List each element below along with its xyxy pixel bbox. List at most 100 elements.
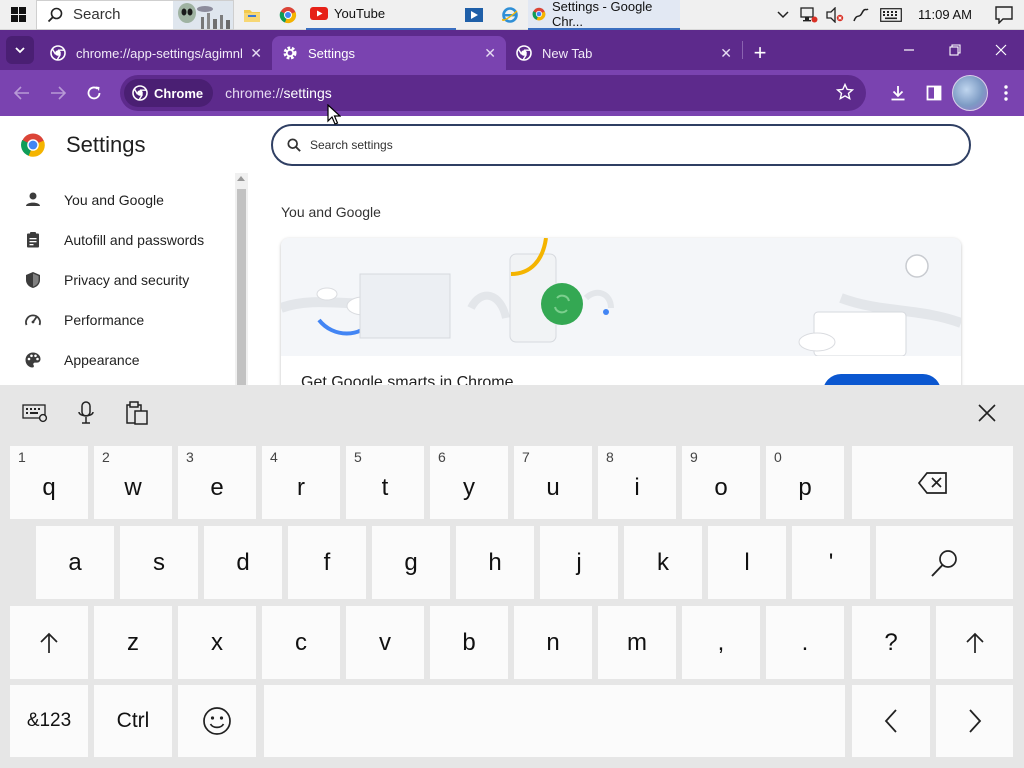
taskbar-clock[interactable]: 11:09 AM bbox=[908, 7, 984, 22]
sidebar-item-autofill[interactable]: Autofill and passwords bbox=[0, 220, 234, 260]
taskbar-internet-explorer[interactable] bbox=[492, 0, 528, 30]
key-g[interactable]: g bbox=[372, 526, 450, 599]
clipboard-icon bbox=[27, 232, 39, 248]
clipboard-button[interactable] bbox=[126, 401, 148, 430]
key-u[interactable]: 7u bbox=[514, 446, 592, 519]
tab-search-button[interactable] bbox=[6, 36, 34, 64]
tab-app-settings[interactable]: chrome://app-settings/agimnkij ✕ bbox=[40, 36, 272, 70]
key-shift-right[interactable] bbox=[936, 606, 1013, 679]
notification-center-button[interactable] bbox=[984, 0, 1024, 30]
key-number: 8 bbox=[606, 449, 614, 465]
key-i[interactable]: 8i bbox=[598, 446, 676, 519]
key-comma[interactable]: , bbox=[682, 606, 760, 679]
tray-touch-keyboard[interactable] bbox=[874, 0, 908, 30]
key-space[interactable] bbox=[264, 685, 845, 757]
key-label: p bbox=[798, 473, 812, 501]
close-keyboard-button[interactable] bbox=[977, 403, 997, 428]
side-panel-button[interactable] bbox=[916, 75, 952, 111]
start-button[interactable] bbox=[0, 0, 36, 30]
key-d[interactable]: d bbox=[204, 526, 282, 599]
backspace-icon bbox=[917, 471, 947, 494]
scroll-up-arrow-icon[interactable] bbox=[237, 176, 245, 181]
key-ctrl[interactable]: Ctrl bbox=[94, 685, 172, 757]
taskbar-chrome[interactable] bbox=[270, 0, 306, 30]
key-a[interactable]: a bbox=[36, 526, 114, 599]
address-bar[interactable]: Chrome chrome://settings bbox=[120, 75, 866, 111]
taskbar-search-box[interactable]: Search bbox=[36, 0, 234, 30]
close-icon bbox=[978, 404, 996, 422]
new-tab-button[interactable]: + bbox=[743, 36, 777, 70]
sidebar-scrollbar[interactable] bbox=[235, 173, 248, 386]
sidebar-item-appearance[interactable]: Appearance bbox=[0, 340, 234, 380]
scrollbar-thumb[interactable] bbox=[237, 189, 246, 386]
settings-search-input[interactable]: Search settings bbox=[271, 124, 971, 166]
key-period[interactable]: . bbox=[766, 606, 844, 679]
key-m[interactable]: m bbox=[598, 606, 676, 679]
key-backspace[interactable] bbox=[852, 446, 1013, 519]
key-s[interactable]: s bbox=[120, 526, 198, 599]
chrome-menu-button[interactable] bbox=[988, 75, 1024, 111]
key-n[interactable]: n bbox=[514, 606, 592, 679]
key-t[interactable]: 5t bbox=[346, 446, 424, 519]
tray-overflow-button[interactable] bbox=[770, 0, 796, 30]
key-right-arrow[interactable] bbox=[936, 685, 1013, 757]
close-icon[interactable]: ✕ bbox=[484, 45, 496, 62]
key-q[interactable]: 1q bbox=[10, 446, 88, 519]
key-w[interactable]: 2w bbox=[94, 446, 172, 519]
key-symbols[interactable]: &123 bbox=[10, 685, 88, 757]
sidebar-item-performance[interactable]: Performance bbox=[0, 300, 234, 340]
star-icon[interactable] bbox=[836, 83, 854, 101]
back-button[interactable] bbox=[4, 75, 40, 111]
key-l[interactable]: l bbox=[708, 526, 786, 599]
key-apostrophe[interactable]: ' bbox=[792, 526, 870, 599]
key-k[interactable]: k bbox=[624, 526, 702, 599]
windows-logo-icon bbox=[10, 7, 26, 22]
close-icon[interactable]: ✕ bbox=[720, 45, 732, 62]
keyboard-settings-button[interactable] bbox=[22, 401, 48, 428]
sidebar-item-privacy[interactable]: Privacy and security bbox=[0, 260, 234, 300]
key-c[interactable]: c bbox=[262, 606, 340, 679]
key-o[interactable]: 9o bbox=[682, 446, 760, 519]
taskbar-youtube[interactable]: YouTube bbox=[306, 0, 456, 30]
key-x[interactable]: x bbox=[178, 606, 256, 679]
key-label: j bbox=[576, 548, 582, 576]
key-label: k bbox=[657, 548, 669, 576]
sidebar-item-you-and-google[interactable]: You and Google bbox=[0, 180, 234, 220]
key-emoji[interactable] bbox=[178, 685, 256, 757]
profile-button[interactable] bbox=[952, 75, 988, 111]
downloads-button[interactable] bbox=[880, 75, 916, 111]
reload-button[interactable] bbox=[76, 75, 112, 111]
key-p[interactable]: 0p bbox=[766, 446, 844, 519]
key-v[interactable]: v bbox=[346, 606, 424, 679]
key-question[interactable]: ? bbox=[852, 606, 930, 679]
key-y[interactable]: 6y bbox=[430, 446, 508, 519]
key-search[interactable] bbox=[876, 526, 1013, 599]
close-window-button[interactable] bbox=[978, 30, 1024, 70]
minimize-button[interactable] bbox=[886, 30, 932, 70]
key-e[interactable]: 3e bbox=[178, 446, 256, 519]
key-shift-left[interactable] bbox=[10, 606, 88, 679]
close-icon[interactable]: ✕ bbox=[250, 45, 262, 62]
key-left-arrow[interactable] bbox=[852, 685, 930, 757]
tab-settings[interactable]: Settings ✕ bbox=[272, 36, 506, 70]
tray-volume[interactable] bbox=[822, 0, 848, 30]
key-f[interactable]: f bbox=[288, 526, 366, 599]
tray-pen[interactable] bbox=[848, 0, 874, 30]
site-info-chip[interactable]: Chrome bbox=[124, 79, 214, 107]
taskbar-file-explorer[interactable] bbox=[234, 0, 270, 30]
key-label: z bbox=[127, 628, 139, 656]
tray-network[interactable] bbox=[796, 0, 822, 30]
forward-button[interactable] bbox=[40, 75, 76, 111]
dictation-button[interactable] bbox=[76, 401, 96, 430]
tab-new-tab[interactable]: New Tab ✕ bbox=[506, 36, 742, 70]
key-b[interactable]: b bbox=[430, 606, 508, 679]
key-j[interactable]: j bbox=[540, 526, 618, 599]
taskbar-video-app[interactable] bbox=[456, 0, 492, 30]
key-r[interactable]: 4r bbox=[262, 446, 340, 519]
taskbar-search-placeholder: Search bbox=[73, 6, 121, 23]
key-h[interactable]: h bbox=[456, 526, 534, 599]
key-z[interactable]: z bbox=[94, 606, 172, 679]
taskbar-chrome-settings[interactable]: Settings - Google Chr... bbox=[528, 0, 680, 30]
chrome-icon bbox=[532, 7, 546, 20]
restore-button[interactable] bbox=[932, 30, 978, 70]
